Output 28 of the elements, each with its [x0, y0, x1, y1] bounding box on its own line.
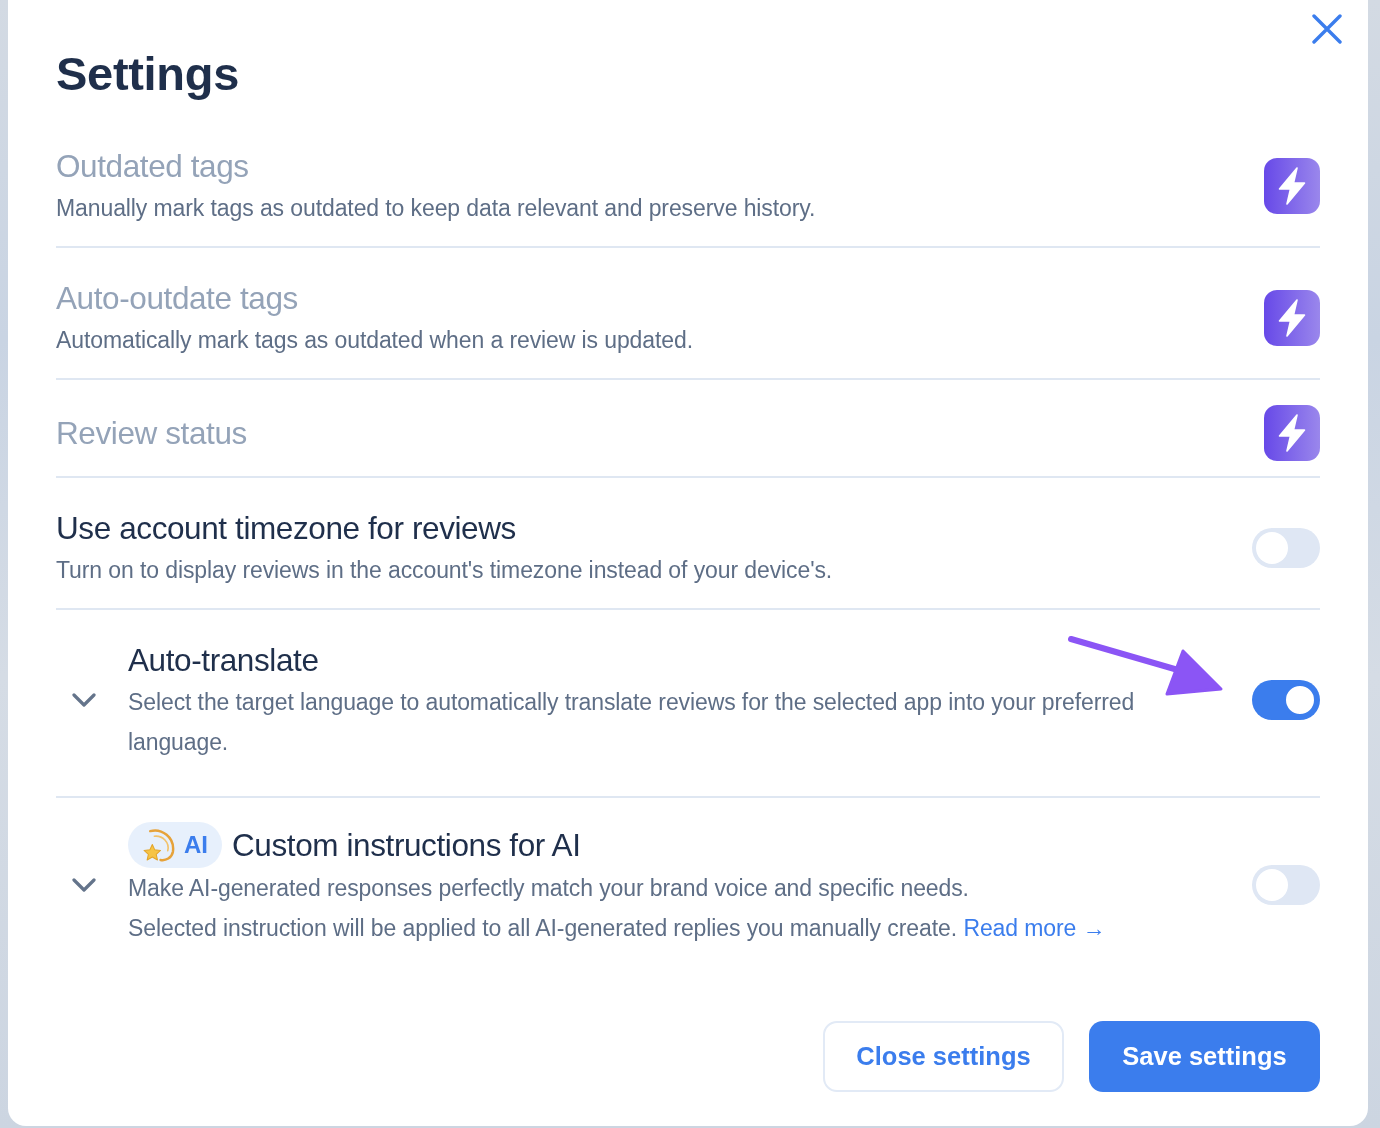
- save-button[interactable]: Save settings: [1089, 1021, 1320, 1092]
- setting-description: Automatically mark tags as outdated when a review is updated.: [56, 326, 694, 355]
- chevron-down-icon[interactable]: [72, 878, 96, 892]
- toggle-switch[interactable]: [1252, 865, 1320, 905]
- close-settings-button[interactable]: Close settings: [823, 1021, 1064, 1092]
- setting-title: Review status: [56, 414, 247, 453]
- setting-title: Outdated tags: [56, 147, 249, 186]
- star-swoosh-icon: [142, 828, 176, 862]
- setting-description: Select the target language to automatically translate reviews for the selected app into your preferred language.: [128, 688, 1136, 757]
- toggle-switch[interactable]: [1252, 680, 1320, 720]
- read-more-link[interactable]: Read more →: [963, 915, 1106, 941]
- ai-label: AI: [184, 833, 208, 857]
- setting-title: Custom instructions for AI: [232, 826, 581, 865]
- close-icon: [1312, 14, 1342, 44]
- setting-description: Make AI-generated responses perfectly match your brand voice and specific needs.: [128, 874, 970, 903]
- close-button[interactable]: [1312, 14, 1342, 44]
- setting-description: Manually mark tags as outdated to keep data relevant and preserve history.: [56, 194, 817, 223]
- lightning-icon: [1264, 405, 1320, 461]
- setting-title: Use account timezone for reviews: [56, 509, 516, 548]
- toggle-switch[interactable]: [1252, 528, 1320, 568]
- lightning-icon: [1264, 158, 1320, 214]
- lightning-icon: [1264, 290, 1320, 346]
- setting-description: Selected instruction will be applied to all AI-generated replies you manually create. Read more →: [128, 914, 1107, 943]
- setting-title: Auto-outdate tags: [56, 279, 298, 318]
- setting-title: Auto-translate: [128, 641, 319, 680]
- chevron-down-icon[interactable]: [72, 693, 96, 707]
- setting-description: Turn on to display reviews in the account's timezone instead of your device's.: [56, 556, 834, 585]
- dialog-title: Settings: [56, 46, 239, 102]
